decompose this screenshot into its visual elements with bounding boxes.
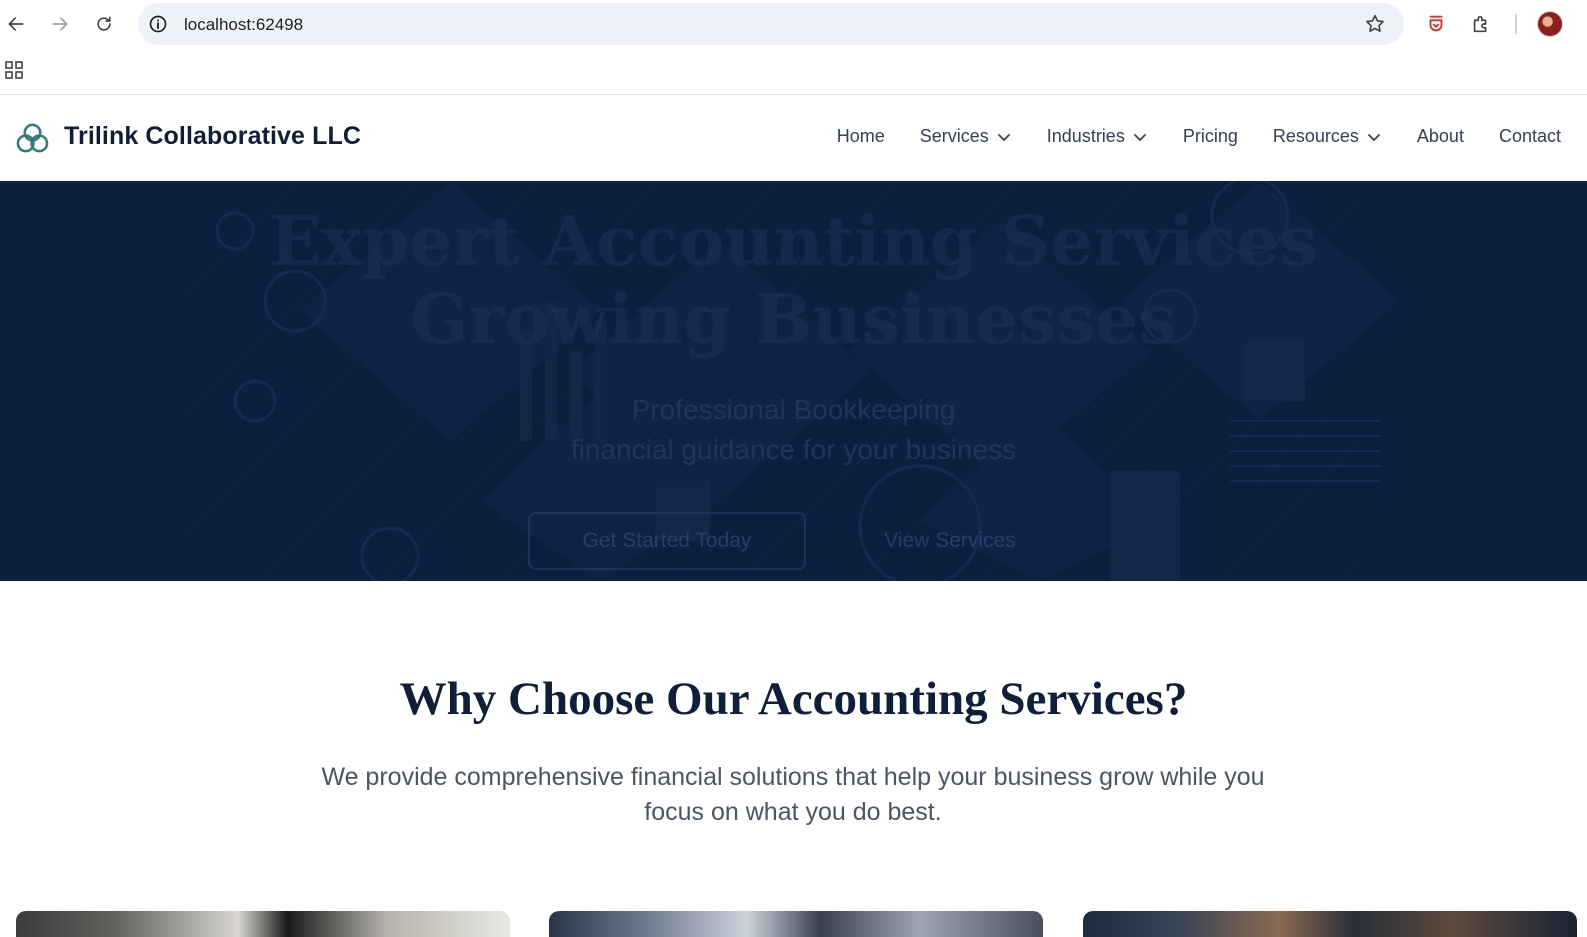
- nav-about[interactable]: About: [1417, 126, 1464, 147]
- hero-title-line2: Growing Businesses: [410, 280, 1177, 360]
- bookmark-star-icon[interactable]: [1364, 13, 1386, 35]
- hero-subtitle-line1: Professional Bookkeeping: [631, 394, 956, 425]
- address-bar[interactable]: localhost:62498: [138, 3, 1404, 45]
- nav-industries[interactable]: Industries: [1047, 126, 1148, 147]
- brand-name[interactable]: Trilink Collaborative LLC: [64, 122, 361, 151]
- nav-label: Home: [836, 126, 885, 146]
- hero-title-line1: Expert Accounting Services: [269, 202, 1318, 282]
- nav-label: Pricing: [1182, 126, 1238, 146]
- back-button[interactable]: [2, 10, 30, 38]
- nav-pricing[interactable]: Pricing: [1183, 126, 1238, 147]
- extension-shield-icon[interactable]: [1424, 12, 1448, 36]
- get-started-button[interactable]: Get Started Today: [528, 512, 806, 570]
- nav-label: Contact: [1498, 126, 1561, 146]
- nav-contact[interactable]: Contact: [1499, 126, 1561, 147]
- apps-grid-icon[interactable]: [4, 60, 24, 80]
- trilink-logo-icon[interactable]: [15, 122, 50, 155]
- toolbar-separator: [1515, 14, 1517, 34]
- hero-subtitle-line2: financial guidance for your business: [570, 434, 1017, 465]
- site-info-icon[interactable]: [148, 14, 168, 34]
- arrow-left-icon: [8, 17, 24, 31]
- feature-card-image[interactable]: [549, 911, 1043, 937]
- browser-toolbar: localhost:62498: [0, 0, 1587, 48]
- section-subtitle: We provide comprehensive financial solut…: [321, 763, 1265, 826]
- bookmarks-bar: [0, 48, 1587, 95]
- site-header: Trilink Collaborative LLC Home Services …: [0, 96, 1587, 181]
- profile-avatar[interactable]: [1537, 11, 1563, 37]
- nav-label: About: [1416, 126, 1464, 146]
- nav-services[interactable]: Services: [920, 126, 1012, 147]
- view-services-button[interactable]: View Services: [850, 512, 1050, 570]
- arrow-right-icon: [52, 17, 68, 31]
- section-title: Why Choose Our Accounting Services?: [399, 673, 1188, 725]
- feature-card-image[interactable]: [1083, 911, 1577, 937]
- main-nav: Home Services Industries Pricing Resourc…: [802, 126, 1561, 147]
- reload-button[interactable]: [90, 10, 118, 38]
- forward-button[interactable]: [46, 10, 74, 38]
- nav-resources[interactable]: Resources: [1273, 126, 1382, 147]
- url-text[interactable]: localhost:62498: [184, 15, 303, 35]
- nav-label: Resources: [1272, 126, 1359, 146]
- nav-label: Industries: [1046, 126, 1125, 146]
- hero-section: Expert Accounting Services Growing Busin…: [0, 181, 1587, 581]
- nav-home[interactable]: Home: [837, 126, 885, 147]
- nav-label: Services: [919, 126, 989, 146]
- reload-icon: [97, 16, 111, 31]
- chevron-down-icon: [997, 133, 1010, 141]
- extensions-puzzle-icon[interactable]: [1469, 12, 1493, 36]
- chevron-down-icon: [1368, 133, 1380, 141]
- chevron-down-icon: [1133, 133, 1146, 141]
- feature-card-image[interactable]: [16, 911, 510, 937]
